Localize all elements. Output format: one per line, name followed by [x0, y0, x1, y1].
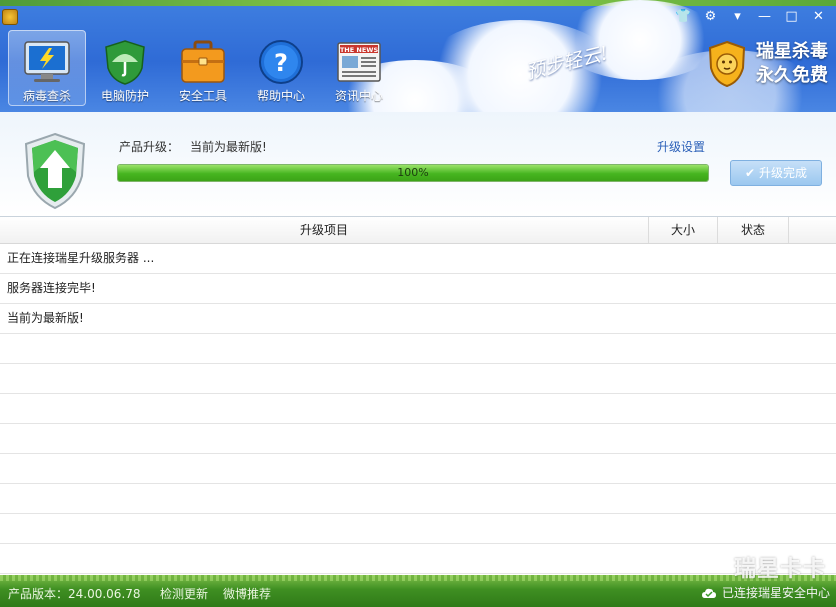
rising-antivirus-window: 👕 ⚙ ▾ — □ ✕ 病毒查杀 电脑防护 安全工具 ? 帮助中心 THE NE…	[0, 0, 836, 607]
upgrade-status-text: 当前为最新版!	[190, 140, 267, 154]
status-footer: 产品版本：24.00.06.78 检测更新 微博推荐 已连接瑞星安全中心	[0, 575, 836, 607]
column-header-status[interactable]: 状态	[718, 217, 789, 243]
connection-status: 已连接瑞星安全中心	[701, 584, 830, 601]
news-icon-text: THE NEWS	[340, 46, 379, 54]
close-icon[interactable]: ✕	[805, 8, 832, 26]
maximize-icon[interactable]: □	[778, 8, 805, 26]
window-controls: 👕 ⚙ ▾ — □ ✕	[670, 8, 832, 26]
minimize-icon[interactable]: —	[751, 8, 778, 26]
nav-item-virus-scan[interactable]: 病毒查杀	[8, 30, 86, 106]
settings-gear-icon[interactable]: ⚙	[697, 8, 724, 26]
main-menu-icon[interactable]: ▾	[724, 8, 751, 26]
question-icon: ?	[259, 40, 303, 84]
nav-item-security-tools[interactable]: 安全工具	[164, 30, 242, 106]
table-row	[0, 514, 836, 544]
monitor-lightning-icon	[24, 41, 70, 82]
cloud-check-icon	[701, 588, 716, 598]
umbrella-shield-icon	[105, 40, 145, 85]
site-watermark: 瑞星卡卡	[733, 557, 826, 582]
nav-item-pc-protection[interactable]: 电脑防护	[86, 30, 164, 106]
brand-line-2: 永久免费	[756, 65, 828, 86]
table-row: 正在连接瑞星升级服务器 ...	[0, 244, 836, 274]
column-header-upgrade-item[interactable]: 升级项目	[0, 217, 649, 243]
upgrade-panel: 产品升级： 当前为最新版! 升级设置 100% ✔ 升级完成	[0, 112, 836, 217]
table-row	[0, 454, 836, 484]
weibo-recommend-link[interactable]: 微博推荐	[223, 585, 271, 602]
connection-status-text: 已连接瑞星安全中心	[721, 586, 830, 600]
header-banner: 👕 ⚙ ▾ — □ ✕ 病毒查杀 电脑防护 安全工具 ? 帮助中心 THE NE…	[0, 0, 836, 112]
nav-label: 病毒查杀	[22, 89, 71, 103]
lion-logo-icon	[708, 40, 746, 88]
toolbox-icon	[181, 40, 225, 83]
top-color-band	[0, 0, 836, 6]
nav-label: 安全工具	[178, 89, 227, 103]
table-row	[0, 394, 836, 424]
nav-item-news-center[interactable]: THE NEWS 资讯中心	[320, 30, 398, 106]
nav-label: 帮助中心	[256, 89, 305, 103]
table-row	[0, 334, 836, 364]
grass-decoration	[0, 575, 836, 581]
table-row	[0, 364, 836, 394]
product-version-text: 产品版本：24.00.06.78	[8, 587, 141, 601]
nav-item-help-center[interactable]: ? 帮助中心	[242, 30, 320, 106]
brand-line-1: 瑞星杀毒	[756, 41, 828, 62]
svg-text:?: ?	[274, 49, 288, 77]
table-row	[0, 544, 836, 574]
table-row: 当前为最新版!	[0, 304, 836, 334]
app-logo-icon	[2, 9, 18, 25]
table-row	[0, 424, 836, 454]
table-row: 服务器连接完毕!	[0, 274, 836, 304]
upgrade-progress-bar: 100%	[117, 164, 709, 182]
progress-percent-text: 100%	[397, 166, 429, 179]
upgrade-table-header: 升级项目 大小 状态	[0, 217, 836, 244]
table-row	[0, 484, 836, 514]
nav-label: 资讯中心	[334, 89, 383, 103]
newspaper-icon: THE NEWS	[337, 42, 381, 82]
upgrade-log-list: 正在连接瑞星升级服务器 ... 服务器连接完毕! 当前为最新版!	[0, 244, 836, 574]
skin-icon[interactable]: 👕	[670, 8, 697, 26]
main-nav: 病毒查杀 电脑防护 安全工具 ? 帮助中心 THE NEWS 资讯中心	[8, 30, 398, 106]
nav-label: 电脑防护	[100, 89, 149, 103]
upgrade-complete-button[interactable]: ✔ 升级完成	[730, 160, 822, 186]
brand-text: 瑞星杀毒 永久免费	[756, 40, 828, 88]
product-upgrade-label: 产品升级：	[119, 140, 180, 154]
upgrade-complete-label: 升级完成	[759, 166, 808, 180]
check-icon: ✔	[744, 166, 756, 180]
brand-block: 瑞星杀毒 永久免费	[706, 40, 828, 88]
check-update-link[interactable]: 检测更新	[160, 585, 208, 602]
column-header-size[interactable]: 大小	[649, 217, 718, 243]
upgrade-settings-link[interactable]: 升级设置	[657, 138, 705, 155]
upgrade-shield-icon	[24, 132, 86, 210]
